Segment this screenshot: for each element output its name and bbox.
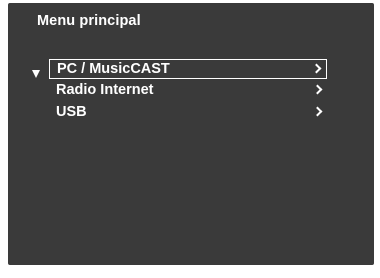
menu-item-usb[interactable]: USB [49, 103, 327, 123]
chevron-right-icon [312, 84, 323, 95]
menu-item-label: PC / MusicCAST [57, 61, 170, 77]
chevron-right-icon [311, 63, 322, 74]
page-title: Menu principal [37, 13, 141, 29]
menu-item-label: USB [56, 104, 87, 120]
chevron-right-icon [312, 106, 323, 117]
menu-screen: Menu principal PC / MusicCAST Radio Inte… [8, 3, 374, 265]
menu-item-radio-internet[interactable]: Radio Internet [49, 81, 327, 101]
menu-item-pc-musiccast[interactable]: PC / MusicCAST [49, 59, 327, 79]
menu-item-label: Radio Internet [56, 82, 154, 98]
triangle-down-icon [32, 70, 40, 78]
